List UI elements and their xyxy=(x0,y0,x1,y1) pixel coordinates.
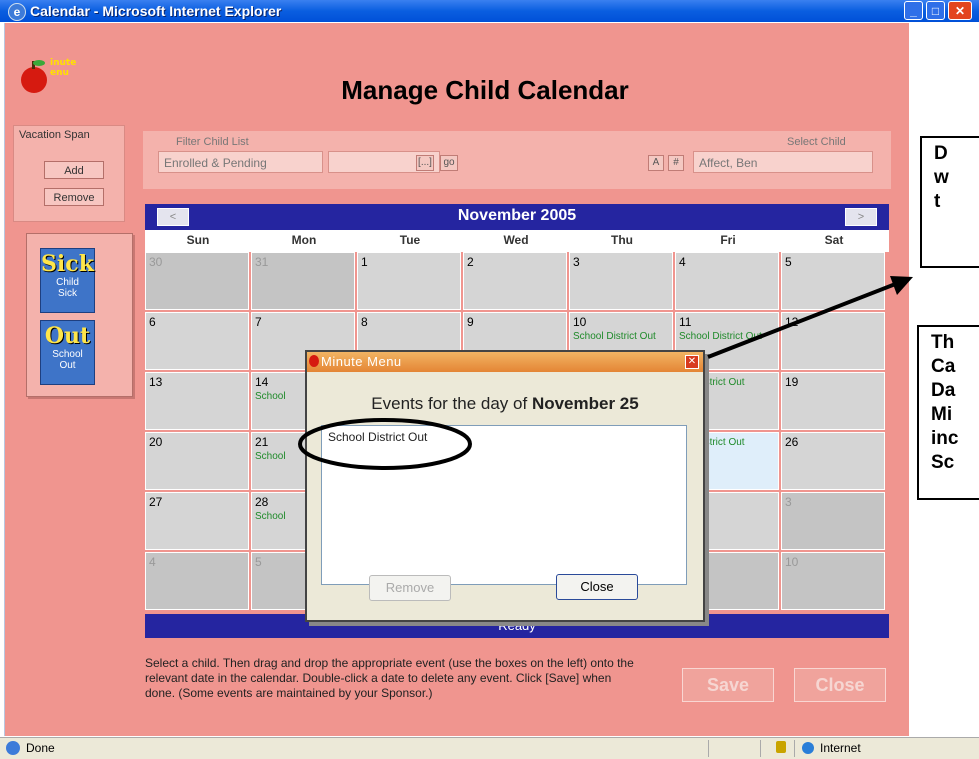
annotation-2-line: Da xyxy=(931,380,956,401)
highlight-ellipse xyxy=(298,418,472,470)
callout-arrow-line xyxy=(707,281,899,359)
annotation-2-line: Mi xyxy=(931,404,953,425)
annotation-2-line: Th xyxy=(931,332,955,353)
status-text: Done xyxy=(26,741,55,755)
annotation-2-line: Sc xyxy=(931,452,955,473)
globe-icon xyxy=(802,742,814,754)
annotation-1-line: D xyxy=(934,143,948,164)
annotation-box-1: D w t xyxy=(920,136,979,268)
annotation-1-line: w xyxy=(934,167,949,188)
annotation-1-line: t xyxy=(934,191,941,212)
annotation-2-line: inc xyxy=(931,428,959,449)
annotation-2-line: Ca xyxy=(931,356,956,377)
lock-icon xyxy=(776,741,786,753)
annotation-overlay xyxy=(298,276,913,470)
zone-text: Internet xyxy=(820,741,861,755)
annotation-box-2: Th Ca Da Mi inc Sc xyxy=(917,325,979,500)
ie-page-icon xyxy=(6,741,20,755)
browser-status-bar: Done Internet xyxy=(0,737,979,759)
